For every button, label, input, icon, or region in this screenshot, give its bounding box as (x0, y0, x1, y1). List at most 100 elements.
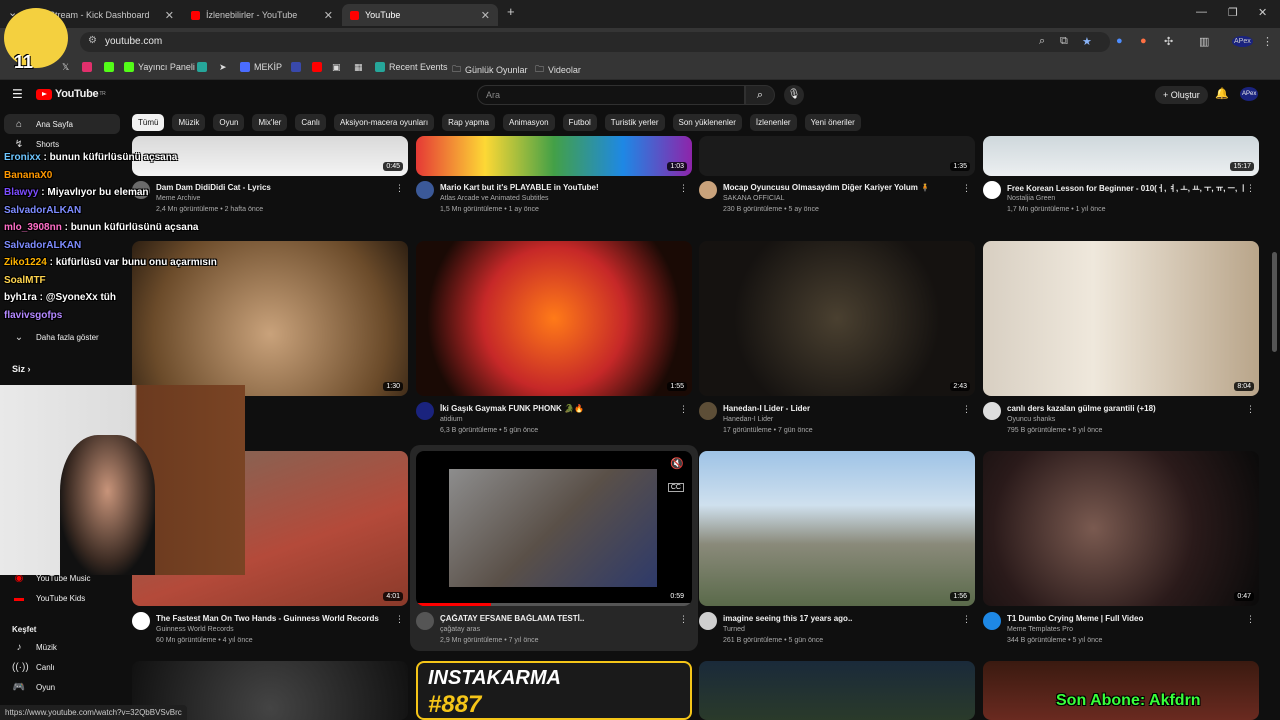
bookmark-x-icon[interactable]: 𝕏 (62, 62, 69, 73)
sidebar-item-youtube-kids[interactable]: ▬ YouTube Kids (4, 588, 120, 608)
more-options-icon[interactable]: ⋮ (962, 404, 971, 415)
bookmark-videolar[interactable]: 🗀 Videolar (535, 62, 581, 78)
more-options-icon[interactable]: ⋮ (962, 614, 971, 625)
video-card[interactable]: 8:04 canlı ders kazalan gülme garantili … (983, 241, 1259, 441)
video-thumbnail[interactable] (983, 661, 1259, 720)
youtube-logo[interactable]: YouTube TR (36, 88, 106, 100)
extension-shield-icon[interactable]: ● (1116, 35, 1123, 47)
video-title[interactable]: The Fastest Man On Two Hands - Guinness … (156, 614, 396, 623)
sidebar-item-live[interactable]: ((·)) Canlı (4, 657, 120, 677)
channel-name[interactable]: Guinness World Records (156, 626, 234, 633)
channel-avatar[interactable] (699, 612, 717, 630)
video-title[interactable]: T1 Dumbo Crying Meme | Full Video (1007, 614, 1247, 623)
sidebar-item-music[interactable]: ♪ Müzik (4, 637, 120, 657)
extension-icon[interactable]: ● (1140, 35, 1147, 47)
bookmark-image-icon[interactable]: ▣ (332, 62, 341, 73)
more-options-icon[interactable]: ⋮ (395, 614, 404, 625)
bookmark-youtube-icon[interactable] (312, 62, 326, 72)
video-thumbnail[interactable]: 0:47 (983, 451, 1259, 606)
more-menu-icon[interactable]: ⋮ (1262, 35, 1273, 48)
search-input[interactable]: Ara (477, 85, 745, 105)
channel-name[interactable]: çağatay aras (440, 626, 480, 633)
cast-icon[interactable]: ⧉ (1060, 35, 1068, 48)
create-button[interactable]: + Oluştur (1155, 86, 1208, 104)
search-button[interactable]: ⌕ (745, 85, 775, 105)
chip[interactable]: İzlenenler (749, 114, 797, 131)
channel-name[interactable]: Oyuncu shanks (1007, 416, 1055, 423)
zoom-icon[interactable]: ⌕ (1039, 35, 1045, 48)
channel-name[interactable]: Nostaljia Green (1007, 195, 1055, 202)
channel-avatar[interactable] (983, 181, 1001, 199)
notifications-bell-icon[interactable]: 🔔 (1215, 87, 1229, 100)
new-tab-icon[interactable]: + (507, 4, 515, 19)
sidebar-item-shorts[interactable]: ↯ Shorts (4, 134, 120, 154)
minimize-icon[interactable]: — (1196, 6, 1207, 18)
video-thumbnail[interactable]: 8:04 (983, 241, 1259, 396)
video-thumbnail[interactable]: 15:17 (983, 136, 1259, 176)
video-thumbnail[interactable]: 1:35 (699, 136, 975, 176)
channel-avatar[interactable] (132, 612, 150, 630)
chip[interactable]: Turistik yerler (604, 114, 665, 131)
bookmark-mekip[interactable]: MEKİP (240, 62, 282, 72)
channel-avatar[interactable] (416, 181, 434, 199)
address-bar[interactable]: ⚙ youtube.com (80, 32, 1110, 52)
tab-izlenebilirler[interactable]: İzlenebilirler - YouTube ✕ (183, 4, 341, 26)
chip[interactable]: Aksiyon-macera oyunları (334, 114, 435, 131)
video-title[interactable]: Hanedan-I Lider - Lider (723, 404, 963, 413)
sidebar-section-you[interactable]: Siz › (12, 364, 31, 374)
video-title[interactable]: canlı ders kazalan gülme garantili (+18) (1007, 404, 1247, 413)
page-scrollbar[interactable] (1272, 252, 1277, 352)
video-title[interactable]: İki Gaşık Gaymak FUNK PHONK 🐊🔥 (440, 404, 680, 413)
video-thumbnail[interactable]: 2:43 (699, 241, 975, 396)
chip[interactable]: Rap yapma (442, 114, 495, 131)
chip[interactable]: Son yüklenenler (672, 114, 742, 131)
more-options-icon[interactable]: ⋮ (679, 614, 688, 625)
channel-name[interactable]: Hanedan-I Lider (723, 416, 773, 423)
restore-icon[interactable]: ❐ (1228, 6, 1238, 19)
channel-avatar[interactable] (983, 402, 1001, 420)
video-card[interactable]: 0:47 T1 Dumbo Crying Meme | Full Video M… (983, 451, 1259, 651)
video-thumbnail[interactable] (699, 661, 975, 720)
chip[interactable]: Mix'ler (252, 114, 288, 131)
channel-avatar[interactable] (699, 402, 717, 420)
video-title[interactable]: Free Korean Lesson for Beginner - 010(ㅓ,… (1007, 183, 1247, 194)
account-avatar[interactable]: APex (1240, 87, 1259, 101)
chip[interactable]: Yeni öneriler (804, 114, 861, 131)
extensions-puzzle-icon[interactable]: ✣ (1164, 35, 1173, 48)
voice-search-button[interactable]: 🎙 (784, 85, 804, 105)
more-options-icon[interactable]: ⋮ (679, 404, 688, 415)
channel-name[interactable]: atidium (440, 416, 463, 423)
captions-icon[interactable]: CC (667, 483, 684, 492)
video-card[interactable]: 1:55 İki Gaşık Gaymak FUNK PHONK 🐊🔥 atid… (416, 241, 692, 441)
channel-name[interactable]: Turned (723, 626, 745, 633)
close-tab-icon[interactable]: ✕ (324, 9, 333, 22)
video-card[interactable]: 1:35 Mocap Oyuncusu Olmasaydım Diğer Kar… (699, 136, 975, 216)
more-options-icon[interactable]: ⋮ (1246, 614, 1255, 625)
video-card-hovered[interactable]: 🔇 CC 0:59 ÇAĞATAY EFSANE BAĞLAMA TESTİ..… (410, 445, 698, 651)
bookmark-recent-events[interactable]: Recent Events (375, 62, 448, 72)
video-title[interactable]: Mocap Oyuncusu Olmasaydım Diğer Kariyer … (723, 183, 963, 192)
video-card[interactable]: 1:03 Mario Kart but it's PLAYABLE in You… (416, 136, 692, 226)
sidebar-show-more[interactable]: ⌄ Daha fazla göster (4, 327, 120, 347)
video-thumbnail[interactable]: 1:56 (699, 451, 975, 606)
bookmark-flag-icon[interactable] (291, 62, 305, 72)
video-thumbnail[interactable]: INSTAKARMA #887 (416, 661, 692, 720)
video-card[interactable]: 15:17 Free Korean Lesson for Beginner - … (983, 136, 1259, 216)
bookmark-app-icon[interactable] (197, 62, 211, 72)
hamburger-menu-icon[interactable]: ☰ (12, 87, 23, 101)
bookmark-gunluk-oyunlar[interactable]: 🗀 Günlük Oyunlar (452, 62, 528, 78)
site-info-icon[interactable]: ⚙ (88, 35, 97, 46)
more-options-icon[interactable]: ⋮ (1246, 404, 1255, 415)
more-options-icon[interactable]: ⋮ (395, 183, 404, 194)
preview-progress-bar[interactable] (416, 603, 692, 606)
channel-avatar[interactable] (699, 181, 717, 199)
close-tab-icon[interactable]: ✕ (165, 9, 174, 22)
channel-name[interactable]: Meme Templates Pro (1007, 626, 1073, 633)
video-card[interactable]: 0:45 Dam Dam DidiDidi Cat - Lyrics Meme … (132, 136, 408, 216)
bookmark-star-icon[interactable]: ★ (1082, 35, 1092, 48)
chip[interactable]: Tümü (132, 114, 165, 131)
video-thumbnail[interactable]: 1:03 (416, 136, 692, 176)
video-title[interactable]: Dam Dam DidiDidi Cat - Lyrics (156, 183, 396, 192)
video-preview-player[interactable]: 🔇 CC 0:59 (416, 451, 692, 606)
more-options-icon[interactable]: ⋮ (1246, 183, 1255, 194)
